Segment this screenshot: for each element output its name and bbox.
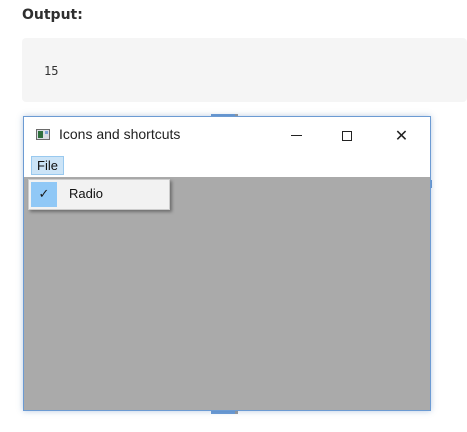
- title-bar[interactable]: Icons and shortcuts ✕: [24, 117, 430, 154]
- checkmark-icon: ✓: [38, 187, 50, 202]
- check-indicator: ✓: [31, 182, 57, 207]
- output-heading: Output:: [22, 7, 83, 23]
- app-window: Icons and shortcuts ✕ File ✓ Radio: [23, 116, 431, 411]
- menu-file[interactable]: File: [31, 156, 64, 175]
- code-output-block: 15: [22, 38, 467, 102]
- code-output-text: 15: [44, 64, 59, 78]
- menu-item-radio[interactable]: ✓ Radio: [31, 182, 167, 207]
- app-window-icon: [36, 129, 50, 140]
- maximize-button[interactable]: [324, 117, 369, 154]
- close-button[interactable]: ✕: [379, 117, 424, 154]
- window-title: Icons and shortcuts: [59, 126, 181, 142]
- menu-bar: File: [24, 154, 430, 176]
- file-menu-dropdown: ✓ Radio: [28, 179, 170, 210]
- minimize-icon: [291, 135, 302, 136]
- maximize-icon: [341, 130, 352, 141]
- close-icon: ✕: [394, 125, 409, 145]
- client-area: [24, 177, 430, 410]
- menu-item-label: Radio: [69, 186, 103, 201]
- minimize-button[interactable]: [274, 117, 319, 154]
